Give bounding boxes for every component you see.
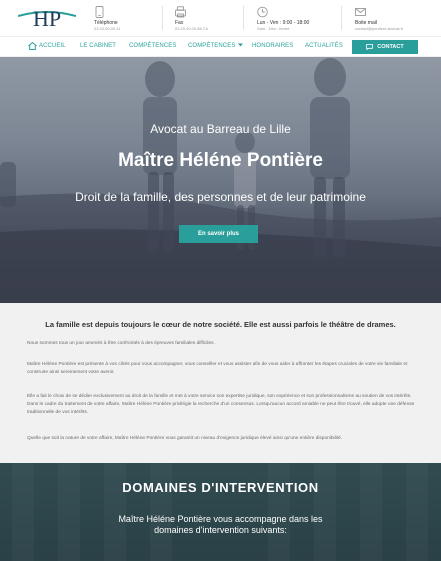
nav-item-le-cabinet[interactable]: LE CABINET <box>80 43 116 49</box>
domains-overlay <box>0 463 441 561</box>
intro-heading: La famille est depuis toujours le cœur d… <box>45 320 396 329</box>
nav-item-honoraires[interactable]: HONORAIRES <box>252 43 293 49</box>
divider <box>341 6 342 30</box>
phone-icon <box>95 6 104 18</box>
nav-item-competences-dropdown[interactable]: COMPÉTENCES <box>188 43 244 49</box>
nav-item-label: COMPÉTENCES <box>188 43 236 49</box>
intro-paragraph: Maître Héléne Pontière est présente à vo… <box>27 362 408 375</box>
intro-paragraph: Nous sommes tous un jour amenés à être c… <box>27 341 215 346</box>
main-nav: ACCUEIL LE CABINET COMPÉTENCES COMPÉTENC… <box>0 36 441 57</box>
intro-paragraph: Quelle que soit la nature de votre affai… <box>27 436 343 441</box>
home-icon[interactable] <box>28 42 37 50</box>
caret-down-icon <box>238 43 244 47</box>
top-info-bar: HP Téléphone 03.20.00.00.11 Fax 03.20.00… <box>0 0 441 36</box>
fax-value: 03.20.00.00.88 Ch <box>175 26 208 31</box>
contact-button[interactable]: CONTACT <box>352 40 418 54</box>
fax-icon <box>175 6 186 18</box>
nav-item-accueil[interactable]: ACCUEIL <box>39 43 66 49</box>
envelope-icon <box>355 8 366 16</box>
domains-subtitle: Maître Héléne Pontière vous accompagne d… <box>118 514 323 535</box>
intro-paragraph: Elle a fait le choix de se dédier exclus… <box>27 394 415 415</box>
divider <box>243 6 244 30</box>
hero-subtitle: Droit de la famille, des personnes et de… <box>75 190 366 204</box>
contact-button-label: CONTACT <box>377 44 404 50</box>
domains-section: DOMAINES D'INTERVENTION Maître Héléne Po… <box>0 463 441 561</box>
hero-pretitle: Avocat au Barreau de Lille <box>150 122 291 136</box>
divider <box>162 6 163 30</box>
phone-value: 03.20.00.00.11 <box>94 26 121 31</box>
mail-value: contact@pontiere-avocat.fr <box>355 26 404 31</box>
logo-text: HP <box>33 6 61 31</box>
domains-title: DOMAINES D'INTERVENTION <box>122 480 319 495</box>
intro-section: La famille est depuis toujours le cœur d… <box>0 303 441 463</box>
en-savoir-plus-button[interactable]: En savoir plus <box>179 225 258 243</box>
hours-value: Sam - Dim : fermé <box>257 26 290 31</box>
nav-item-competences[interactable]: COMPÉTENCES <box>129 43 176 49</box>
logo[interactable]: HP <box>18 3 76 33</box>
clock-icon <box>257 6 268 18</box>
chat-icon <box>366 44 374 50</box>
nav-item-actualites[interactable]: ACTUALITÉS <box>305 43 343 49</box>
hero-title: Maître Héléne Pontière <box>118 150 323 171</box>
hero-section: Avocat au Barreau de Lille Maître Héléne… <box>0 57 441 303</box>
hero-overlay <box>0 57 441 303</box>
